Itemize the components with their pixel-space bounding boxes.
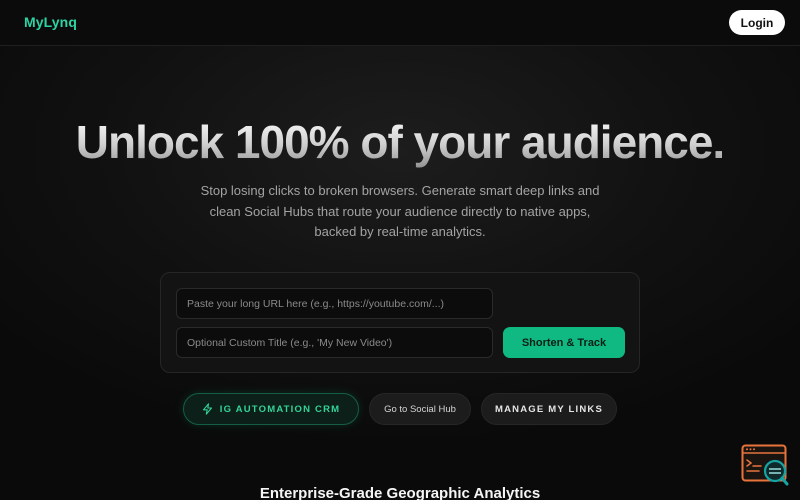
login-button[interactable]: Login <box>729 10 785 35</box>
ig-automation-crm-button[interactable]: IG AUTOMATION CRM <box>183 393 359 425</box>
ig-automation-label: IG AUTOMATION CRM <box>219 403 341 415</box>
bolt-icon <box>202 403 212 415</box>
analytics-section-title: Enterprise-Grade Geographic Analytics <box>259 485 541 500</box>
brand-logo[interactable]: MyLynq <box>24 14 77 30</box>
hero-subtitle: Stop losing clicks to broken browsers. G… <box>200 183 600 239</box>
custom-title-input[interactable] <box>176 327 493 358</box>
shorten-track-button[interactable]: Shorten & Track <box>503 327 625 358</box>
manage-my-links-button[interactable]: MANAGE MY LINKS <box>481 393 617 425</box>
long-url-input[interactable] <box>176 288 493 319</box>
go-to-social-hub-button[interactable]: Go to Social Hub <box>369 393 471 425</box>
chat-search-icon <box>741 444 789 486</box>
top-nav: MyLynq Login <box>0 0 800 46</box>
support-widget-button[interactable] <box>741 444 789 486</box>
page: MyLynq Login Unlock 100% of your audienc… <box>0 0 800 500</box>
hero-title: Unlock 100% of your audience. <box>0 115 800 169</box>
